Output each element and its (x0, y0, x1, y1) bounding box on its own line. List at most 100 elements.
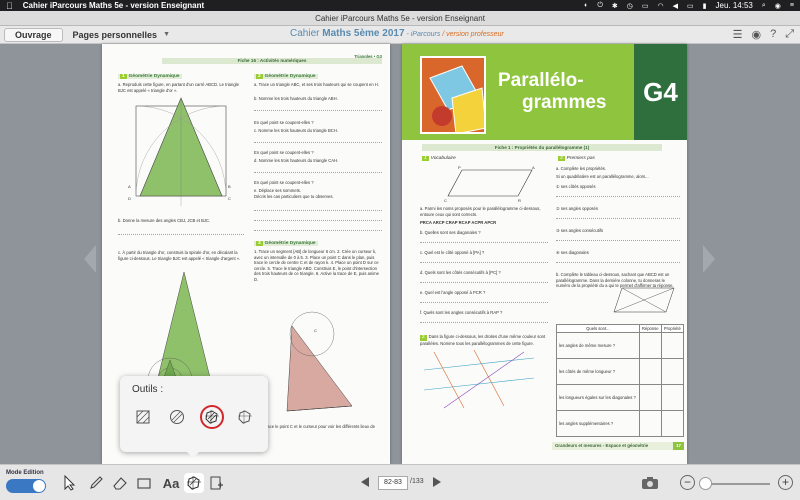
table-cell[interactable] (660, 410, 685, 437)
cursor-icon (64, 475, 76, 491)
table-header: Propriété (660, 324, 685, 333)
table-cell[interactable] (638, 332, 662, 359)
wifi-icon[interactable]: ◠ (658, 2, 664, 10)
free-shape-tool[interactable] (234, 406, 256, 428)
exercise-text: En quel point se coupent-elles ? (254, 180, 314, 185)
camera-button[interactable] (640, 473, 660, 493)
name-options: PRCA ARCP CRAP RCAP ACPR APCR (420, 220, 497, 225)
notification-icon[interactable]: ≡ (790, 2, 794, 9)
airplay-icon[interactable]: ▭ (642, 2, 649, 10)
next-page-button[interactable] (433, 477, 441, 487)
battery-icon[interactable]: ▭ (687, 2, 694, 10)
pointer-tool[interactable] (60, 473, 80, 493)
page-number-input[interactable]: 82-83 (378, 476, 408, 490)
property-text: ses angles opposés (560, 206, 598, 211)
pencil-tool[interactable] (86, 473, 106, 493)
clock[interactable]: Jeu. 14:53 (716, 1, 753, 10)
list-icon[interactable]: ☰ (733, 28, 743, 41)
rectangle-tool[interactable] (134, 473, 154, 493)
chapter-title-line: grammes (522, 92, 607, 113)
property-item: ③ ses angles consécutifs (556, 228, 604, 233)
zoom-out-button[interactable]: − (680, 475, 695, 490)
table-cell[interactable] (660, 358, 685, 385)
help-icon[interactable]: ? (770, 28, 776, 41)
property-text: ses angles consécutifs (560, 228, 604, 233)
tab-ouvrage[interactable]: Ouvrage (4, 27, 63, 42)
exercise-text: d. Quels sont les côtés consécutifs à [P… (420, 270, 501, 275)
answer-line (556, 240, 680, 241)
exercise-text: Décris les cas particuliers que tu obser… (254, 194, 334, 199)
property-text: ses côtés opposés (560, 184, 596, 189)
page-number: 17 (673, 442, 684, 450)
table-cell[interactable] (660, 384, 685, 411)
next-page-arrow[interactable] (703, 245, 715, 273)
section-text: Dans la figure ci-dessous, les droites d… (420, 334, 546, 346)
answer-line (254, 110, 382, 111)
property-item: ② ses angles opposés (556, 206, 598, 211)
exercise-text: a. Parmi les noms proposés pour le paral… (420, 206, 541, 217)
app-menu-name[interactable]: Cahier iParcours Maths 5e - version Ense… (23, 1, 204, 10)
section-number: 3 (256, 241, 263, 246)
apple-menu-icon[interactable]:  (6, 1, 13, 11)
status-icon[interactable]: ◐ (584, 2, 588, 9)
right-page: Parallélo- grammes G4 Fiche 1 : Propriét… (402, 44, 687, 464)
table-cell[interactable] (638, 358, 662, 385)
svg-text:C: C (228, 196, 231, 201)
section-number: 2 (256, 74, 263, 79)
previous-page-arrow[interactable] (84, 245, 96, 273)
answer-line (118, 234, 244, 235)
hatch-tool[interactable] (184, 473, 204, 493)
fullscreen-icon[interactable]: ⤢ (785, 28, 794, 41)
table-cell[interactable] (638, 410, 662, 437)
chapter-code: G4 (634, 44, 687, 140)
popup-tail (186, 451, 200, 458)
status-icon[interactable]: ⏻ (597, 2, 603, 10)
exercise-text: 7. Déplace le point C et le curseur pour… (254, 424, 375, 435)
flag-icon[interactable]: ▮ (703, 2, 707, 10)
edit-mode-toggle[interactable] (6, 479, 46, 493)
zoom-in-button[interactable]: + (778, 475, 793, 490)
page-total: /133 (410, 478, 424, 485)
search-icon[interactable]: ⌕ (762, 2, 766, 10)
hatch-circle-tool[interactable] (166, 406, 188, 428)
section-title: Géométrie Dynamique (264, 241, 316, 246)
svg-text:R: R (518, 198, 521, 203)
doc-title-prefix: Cahier (290, 28, 323, 39)
answer-line (556, 262, 680, 263)
chevron-down-icon[interactable]: ▼ (163, 31, 170, 38)
bluetooth-icon[interactable]: ✱ (612, 2, 618, 10)
popup-title: Outils : (132, 384, 164, 395)
table-row-label: les longueurs égales sur les diagonales … (556, 384, 640, 411)
svg-text:C: C (444, 198, 447, 203)
tab-pages-personnelles[interactable]: Pages personnelles (73, 30, 158, 40)
hatch-free-shape-tool[interactable] (200, 405, 224, 429)
table-cell[interactable] (638, 384, 662, 411)
answer-table: Quels sont... Réponse Propriété les angl… (556, 324, 685, 437)
section-title: Vocabulaire (430, 156, 456, 161)
section-1-header: 1 Vocabulaire (420, 156, 458, 161)
app-toolbar: Ouvrage Pages personnelles ▼ Cahier Math… (0, 26, 800, 44)
parallelogram-figure: P A C R (444, 165, 535, 203)
section-1-header: 1 Géométrie Dynamique (118, 74, 182, 79)
answer-line (254, 210, 382, 211)
hatch-rectangle-tool[interactable] (132, 406, 154, 428)
section-title: Géométrie Dynamique (264, 74, 316, 79)
siri-icon[interactable]: ◉ (775, 2, 781, 10)
toggle-knob (33, 480, 45, 492)
eraser-tool[interactable] (110, 473, 130, 493)
parallel-lines-figure (424, 350, 535, 409)
text-tool[interactable]: Aa (160, 473, 182, 493)
volume-icon[interactable]: ◀ (673, 2, 678, 10)
table-row-label: les angles de même mesure ? (556, 332, 640, 359)
answer-line (420, 242, 548, 243)
zoom-slider-handle[interactable] (699, 477, 712, 490)
add-page-tool[interactable] (206, 473, 226, 493)
eye-icon[interactable]: ◉ (751, 28, 761, 41)
previous-page-button[interactable] (361, 477, 369, 487)
pencil-icon (90, 476, 103, 489)
section-number: 1 (120, 74, 127, 79)
answer-line (420, 282, 548, 283)
svg-text:P: P (458, 165, 461, 170)
table-cell[interactable] (660, 332, 685, 359)
time-machine-icon[interactable]: ◷ (627, 2, 633, 10)
